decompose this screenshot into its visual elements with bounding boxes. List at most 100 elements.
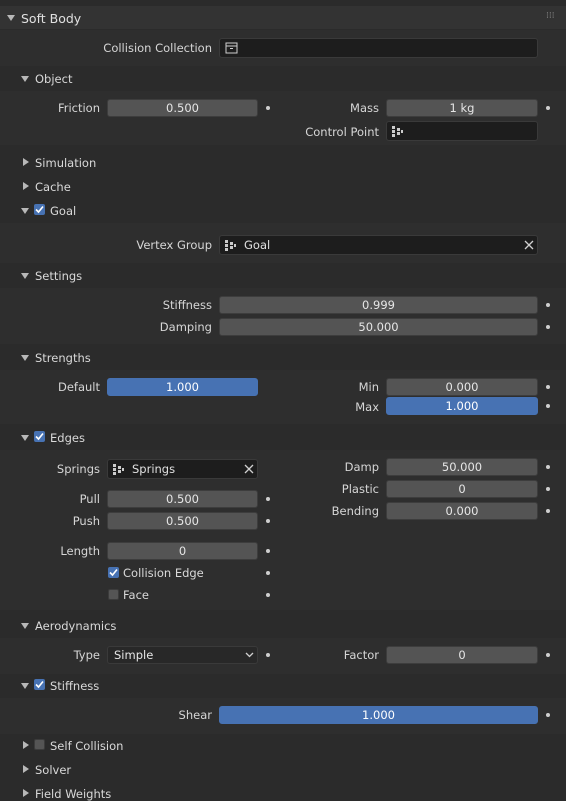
pull-label: Pull [79, 492, 100, 506]
clear-x-icon[interactable] [244, 464, 254, 474]
bending-label: Bending [331, 504, 379, 518]
checkmark-icon [35, 205, 44, 214]
damping-label: Damping [159, 320, 212, 334]
plastic-field[interactable]: 0 [386, 480, 538, 498]
mass-field[interactable]: 1 kg [386, 99, 538, 117]
factor-label: Factor [343, 648, 379, 662]
strengths-subpanel-header[interactable]: Strengths [0, 346, 566, 369]
settings-title: Settings [35, 269, 83, 283]
vertex-group-label: Vertex Group [136, 238, 212, 252]
friction-field[interactable]: 0.500 [107, 99, 258, 117]
default-strength-field[interactable]: 1.000 [107, 378, 258, 396]
simulation-title: Simulation [35, 156, 97, 170]
edges-checkbox[interactable] [34, 431, 45, 442]
pull-field[interactable]: 0.500 [107, 490, 258, 508]
collapse-triangle-icon [21, 623, 29, 629]
min-label: Min [358, 380, 379, 394]
field-weights-subpanel-header[interactable]: Field Weights [0, 782, 566, 801]
keyframe-dot-icon[interactable] [266, 519, 270, 523]
push-field[interactable]: 0.500 [107, 512, 258, 530]
drag-grip-icon[interactable]: ⁞⁞⁞ [546, 11, 555, 21]
soft-body-panel-header[interactable]: Soft Body ⁞⁞⁞ [0, 6, 566, 29]
keyframe-dot-icon[interactable] [266, 593, 270, 597]
object-subpanel-header[interactable]: Object [0, 67, 566, 90]
keyframe-dot-icon[interactable] [546, 713, 550, 717]
checkmark-icon [35, 680, 44, 689]
keyframe-dot-icon[interactable] [266, 106, 270, 110]
keyframe-dot-icon[interactable] [546, 106, 550, 110]
checkmark-icon [109, 568, 118, 577]
expand-triangle-icon [23, 741, 29, 749]
collapse-triangle-icon [21, 683, 29, 689]
aerodynamics-subpanel-header[interactable]: Aerodynamics [0, 614, 566, 637]
keyframe-dot-icon[interactable] [546, 385, 550, 389]
friction-label: Friction [57, 101, 100, 115]
goal-subpanel-header[interactable]: Goal [0, 199, 566, 222]
keyframe-dot-icon[interactable] [266, 571, 270, 575]
expand-triangle-icon [23, 765, 29, 773]
control-point-label: Control Point [305, 125, 379, 139]
simulation-subpanel-header[interactable]: Simulation [0, 151, 566, 174]
damp-field[interactable]: 50.000 [386, 458, 538, 476]
goal-stiffness-field[interactable]: 0.999 [219, 296, 538, 314]
shear-label: Shear [178, 708, 212, 722]
panel-title: Soft Body [21, 11, 82, 26]
aero-type-value: Simple [114, 648, 154, 662]
aero-factor-field[interactable]: 0 [386, 646, 538, 664]
push-label: Push [72, 514, 100, 528]
goal-vertex-group-field[interactable]: Goal [219, 235, 538, 255]
mass-label: Mass [350, 101, 379, 115]
expand-triangle-icon [23, 182, 29, 190]
keyframe-dot-icon[interactable] [546, 325, 550, 329]
goal-damping-field[interactable]: 50.000 [219, 318, 538, 336]
collapse-triangle-icon [21, 273, 29, 279]
keyframe-dot-icon[interactable] [546, 487, 550, 491]
keyframe-dot-icon[interactable] [546, 303, 550, 307]
solver-title: Solver [35, 763, 72, 777]
max-label: Max [355, 400, 379, 414]
edges-title: Edges [50, 431, 85, 445]
keyframe-dot-icon[interactable] [266, 497, 270, 501]
self-collision-checkbox[interactable] [34, 739, 45, 750]
strengths-title: Strengths [35, 351, 91, 365]
edges-subpanel-header[interactable]: Edges [0, 426, 566, 449]
collapse-triangle-icon [21, 435, 29, 441]
control-point-field[interactable] [386, 121, 538, 141]
keyframe-dot-icon[interactable] [546, 465, 550, 469]
shear-field[interactable]: 1.000 [219, 706, 538, 724]
cache-subpanel-header[interactable]: Cache [0, 175, 566, 198]
face-label: Face [123, 588, 150, 602]
collision-collection-field[interactable] [219, 38, 538, 58]
field-weights-title: Field Weights [35, 787, 112, 801]
vertex-group-icon [225, 240, 236, 251]
keyframe-dot-icon[interactable] [546, 404, 550, 408]
plastic-label: Plastic [341, 482, 379, 496]
keyframe-dot-icon[interactable] [546, 653, 550, 657]
clear-x-icon[interactable] [524, 240, 534, 250]
cache-title: Cache [35, 180, 71, 194]
aero-type-dropdown[interactable]: Simple [107, 646, 258, 664]
solver-subpanel-header[interactable]: Solver [0, 758, 566, 781]
springs-vertex-group-field[interactable]: Springs [107, 459, 258, 479]
collapse-triangle-icon [21, 76, 29, 82]
face-checkbox[interactable] [108, 589, 119, 600]
stiffness-checkbox[interactable] [34, 679, 45, 690]
settings-subpanel-header[interactable]: Settings [0, 264, 566, 287]
vertex-group-icon [392, 126, 403, 137]
self-collision-subpanel-header[interactable]: Self Collision [0, 734, 566, 757]
goal-checkbox[interactable] [34, 204, 45, 215]
keyframe-dot-icon[interactable] [266, 653, 270, 657]
collision-edge-checkbox[interactable] [108, 567, 119, 578]
goal-title: Goal [50, 204, 77, 218]
stiffness-subpanel-header[interactable]: Stiffness [0, 674, 566, 697]
max-strength-field[interactable]: 1.000 [386, 397, 538, 415]
chevron-down-icon [245, 652, 254, 658]
stiffness-title: Stiffness [50, 679, 100, 693]
length-field[interactable]: 0 [107, 542, 258, 560]
collision-collection-label: Collision Collection [103, 41, 212, 55]
keyframe-dot-icon[interactable] [546, 509, 550, 513]
collision-edge-label: Collision Edge [123, 566, 204, 580]
min-strength-field[interactable]: 0.000 [386, 378, 538, 396]
bending-field[interactable]: 0.000 [386, 502, 538, 520]
keyframe-dot-icon[interactable] [266, 549, 270, 553]
